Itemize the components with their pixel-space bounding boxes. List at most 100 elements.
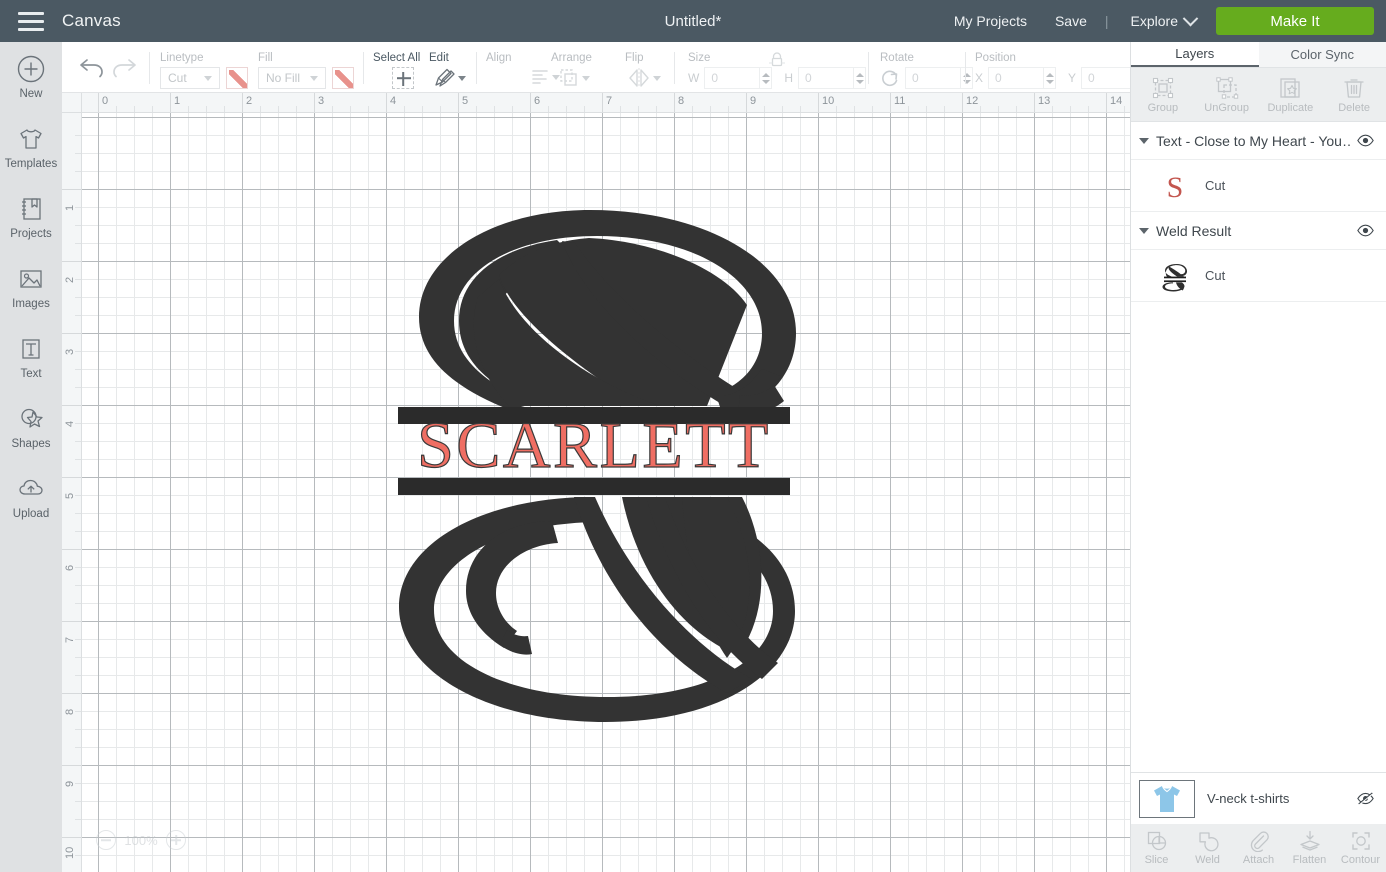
position-y-label: Y — [1068, 71, 1077, 85]
linetype-color-swatch[interactable] — [226, 67, 248, 89]
ruler-minor-tick — [494, 106, 495, 112]
redo-icon — [113, 59, 136, 78]
rotate-stepper[interactable] — [961, 67, 973, 89]
layer-row-weld-result[interactable]: Cut — [1131, 250, 1386, 302]
weld-label: Weld — [1195, 854, 1220, 866]
left-sidebar: New Templates Projects Images Text Shape… — [0, 42, 62, 872]
ruler-minor-tick — [75, 243, 81, 244]
text-t-icon — [22, 339, 40, 359]
sidebar-item-projects[interactable]: Projects — [0, 176, 62, 246]
ruler-label: 9 — [750, 95, 757, 107]
position-y-input[interactable]: 0 — [1081, 67, 1138, 89]
layer-cut-label: Cut — [1205, 268, 1226, 283]
ruler-minor-tick — [134, 106, 135, 112]
ruler-tick — [62, 693, 81, 694]
monogram-letter-s[interactable] — [419, 210, 796, 416]
ruler-minor-tick — [350, 106, 351, 112]
monogram-artwork[interactable]: SCARLETT — [62, 93, 1110, 852]
eye-icon[interactable] — [1357, 132, 1374, 149]
chevron-down-icon[interactable] — [458, 75, 466, 81]
ruler-minor-tick — [75, 639, 81, 640]
undo-icon[interactable] — [78, 54, 106, 80]
fill-label: Fill — [258, 52, 273, 64]
tab-layers[interactable]: Layers — [1131, 42, 1259, 67]
design-canvas[interactable]: SCARLETT 0 1 2 3 4 5 6 7 8 9 10 11 12 13 14 1234567891… — [62, 93, 1130, 872]
layer-group-header-text[interactable]: Text - Close to My Heart - You… — [1131, 122, 1386, 160]
edit-pencils-icon[interactable] — [432, 66, 456, 90]
ruler-label: 10 — [64, 846, 76, 859]
sidebar-item-text[interactable]: Text — [0, 316, 62, 386]
ruler-label: 7 — [606, 95, 613, 107]
cricut-design-space-window: Canvas Untitled* My Projects Save | Expl… — [0, 0, 1386, 872]
rotate-label: Rotate — [880, 52, 914, 64]
ruler-tick — [962, 93, 963, 112]
hamburger-menu-icon[interactable] — [0, 0, 62, 42]
ruler-label: 10 — [822, 95, 835, 107]
rotate-input[interactable]: 0 — [905, 67, 961, 89]
align-icon — [532, 70, 548, 84]
linetype-select[interactable]: Cut — [160, 67, 220, 89]
delete-label: Delete — [1338, 101, 1371, 114]
position-x-stepper[interactable] — [1044, 67, 1057, 89]
size-label: Size — [688, 52, 711, 64]
edit-label: Edit — [429, 52, 449, 64]
sidebar-item-new[interactable]: New — [0, 42, 62, 106]
ruler-tick — [746, 93, 747, 112]
flatten-label: Flatten — [1292, 854, 1327, 866]
chevron-down-icon — [310, 75, 318, 81]
ruler-minor-tick — [75, 315, 81, 316]
fill-select[interactable]: No Fill — [258, 67, 326, 89]
flatten-icon — [1299, 830, 1320, 851]
letter-s-thumb: S — [1159, 170, 1191, 202]
zoom-in-button[interactable] — [166, 830, 186, 850]
ruler-minor-tick — [872, 106, 873, 112]
delete-button: Delete — [1322, 68, 1386, 121]
lock-icon[interactable] — [768, 51, 786, 67]
fill-color-swatch[interactable] — [332, 67, 354, 89]
edit-toolbar: Linetype Cut Fill No Fill Select All Edi… — [62, 42, 1150, 93]
tab-color-sync[interactable]: Color Sync — [1258, 42, 1386, 67]
select-all-button[interactable] — [392, 67, 414, 89]
width-stepper[interactable] — [760, 67, 773, 89]
duplicate-icon — [1280, 77, 1301, 98]
ruler-tick — [62, 621, 81, 622]
ruler-minor-tick — [404, 106, 405, 112]
height-input[interactable]: 0 — [798, 67, 854, 89]
contour-label: Contour — [1340, 854, 1381, 866]
layer-group-header-weld[interactable]: Weld Result — [1131, 212, 1386, 250]
paperclip-icon — [1250, 831, 1269, 852]
trash-icon — [1344, 78, 1364, 98]
ruler-label: 11 — [894, 95, 906, 107]
layer-cut-label: Cut — [1205, 178, 1226, 193]
svg-text:S: S — [1167, 171, 1184, 202]
machine-selector[interactable]: Explore — [1113, 10, 1206, 29]
expand-triangle-icon[interactable] — [1139, 227, 1149, 234]
make-it-button[interactable]: Make It — [1216, 7, 1374, 35]
layer-group-name-weld: Weld Result — [1156, 222, 1232, 239]
expand-triangle-icon[interactable] — [1139, 137, 1149, 144]
eye-icon[interactable] — [1357, 222, 1374, 239]
template-material-row[interactable]: V-neck t-shirts — [1131, 772, 1386, 824]
position-x-input[interactable]: 0 — [988, 67, 1045, 89]
sidebar-item-upload[interactable]: Upload — [0, 456, 62, 526]
slice-button: Slice — [1131, 824, 1182, 872]
chevron-down-icon — [582, 75, 590, 81]
ruler-minor-tick — [422, 106, 423, 112]
eye-slash-icon[interactable] — [1357, 790, 1374, 807]
layer-row-text-s[interactable]: S Cut — [1131, 160, 1386, 212]
monogram-name-text[interactable]: SCARLETT — [417, 408, 771, 482]
sidebar-item-templates[interactable]: Templates — [0, 106, 62, 176]
ruler-minor-tick — [75, 513, 81, 514]
sidebar-item-shapes[interactable]: Shapes — [0, 386, 62, 456]
monogram-thumb — [1159, 260, 1191, 292]
flip-icon — [629, 68, 649, 88]
sidebar-item-images[interactable]: Images — [0, 246, 62, 316]
width-input[interactable]: 0 — [704, 67, 761, 89]
height-stepper[interactable] — [854, 67, 866, 89]
monogram-letter-s-lower[interactable] — [399, 497, 795, 722]
my-projects-link[interactable]: My Projects — [940, 13, 1041, 29]
zoom-out-button[interactable] — [96, 830, 116, 850]
save-button[interactable]: Save — [1041, 13, 1101, 29]
ruler-minor-tick — [75, 657, 81, 658]
right-panel-tabs: Layers Color Sync — [1131, 42, 1386, 68]
